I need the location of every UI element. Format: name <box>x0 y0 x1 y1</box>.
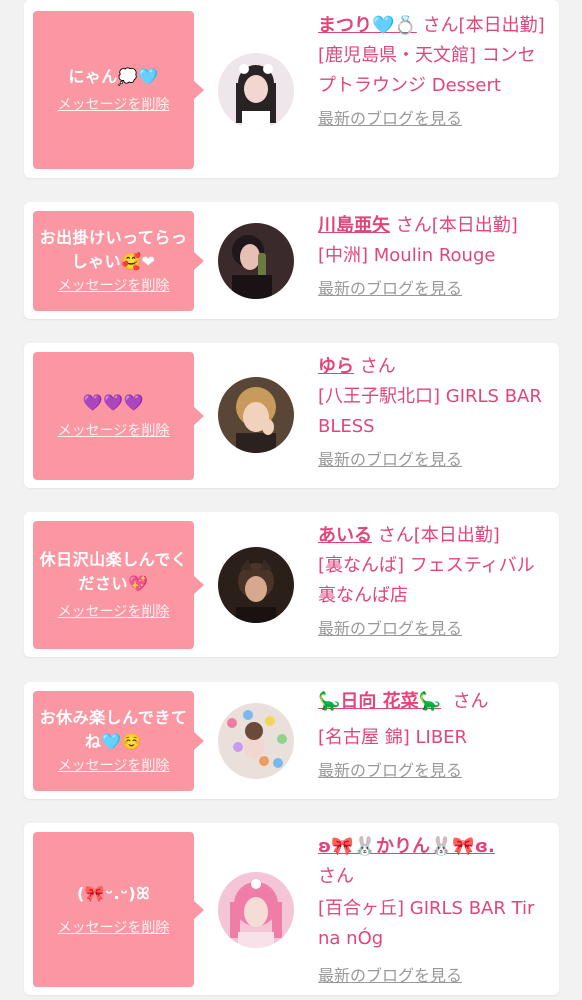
message-card: 休日沢山楽しんでください💖 メッセージを削除 あいる さん[本日出勤] [裏なん… <box>24 512 559 657</box>
girl-name-link[interactable]: ゆら <box>318 356 354 377</box>
shop-name: [鹿児島県・天文館] コンセプトラウンジ Dessert <box>318 45 536 96</box>
avatar-photo-icon <box>218 547 294 623</box>
avatar[interactable] <box>218 223 294 299</box>
message-text: お休み楽しんできてね🩵☺️ <box>39 708 188 751</box>
shop-name: [百合ヶ丘] GIRLS BAR Tir na nÓg <box>318 898 535 949</box>
latest-blog-link[interactable]: 最新のブログを見る <box>318 759 462 783</box>
message-bubble: お休み楽しんできてね🩵☺️ メッセージを削除 <box>33 691 204 791</box>
delete-message-link[interactable]: メッセージを削除 <box>58 421 170 441</box>
message-list: にゃん💭🩵 メッセージを削除 まつり🩵💍 さん[本日出勤] [鹿児島県・天文館]… <box>0 0 582 1000</box>
girl-name-link[interactable]: 🦕日向 花菜🦕 <box>318 691 441 712</box>
delete-message-link[interactable]: メッセージを削除 <box>58 276 170 296</box>
message-card: (🎀ᵕ.ᵕ)ꕤ メッセージを削除 ʚ🎀🐰かりん🐰🎀ɞ. さん [百合ヶ丘] GIR… <box>24 823 559 995</box>
latest-blog-link[interactable]: 最新のブログを見る <box>318 277 462 301</box>
name-line: ゆら さん <box>318 352 552 382</box>
honorific-status: さん <box>318 866 354 887</box>
message-bubble: にゃん💭🩵 メッセージを削除 <box>33 11 204 169</box>
honorific-status: さん[本日出勤] <box>417 15 545 36</box>
card-info: あいる さん[本日出勤] [裏なんば] フェスティバル 裏なんば店 最新のブログ… <box>318 521 552 641</box>
girl-name-link[interactable]: まつり🩵💍 <box>318 15 417 36</box>
message-bubble: お出掛けいってらっしゃい🥰❤ メッセージを削除 <box>33 211 204 311</box>
honorific-status: さん[本日出勤] <box>372 525 500 546</box>
shop-name: [名古屋 錦] LIBER <box>318 727 468 748</box>
latest-blog-link[interactable]: 最新のブログを見る <box>318 617 462 641</box>
girl-name-link[interactable]: あいる <box>318 525 372 546</box>
honorific-status-text: さん[本日出勤] <box>395 215 518 236</box>
delete-message-link[interactable]: メッセージを削除 <box>58 602 170 622</box>
avatar-photo-icon <box>218 223 294 299</box>
name-line: ʚ🎀🐰かりん🐰🎀ɞ. さん <box>318 832 552 892</box>
girl-name-link[interactable]: 川島亜矢 <box>318 215 390 236</box>
avatar-photo-icon <box>218 53 294 129</box>
message-card: お出掛けいってらっしゃい🥰❤ メッセージを削除 川島亜矢 さん[本日出勤] [中… <box>24 202 559 319</box>
honorific-status-text: さん <box>452 691 489 712</box>
latest-blog-link[interactable]: 最新のブログを見る <box>318 107 462 131</box>
avatar-photo-icon <box>218 872 294 948</box>
avatar[interactable] <box>218 377 294 453</box>
message-text: 休日沢山楽しんでください💖 <box>39 550 188 593</box>
delete-message-link[interactable]: メッセージを削除 <box>58 756 170 776</box>
honorific-status: さん[本日出勤] <box>390 215 518 236</box>
avatar[interactable] <box>218 53 294 129</box>
girl-name-link[interactable]: ʚ🎀🐰かりん🐰🎀ɞ. <box>318 836 495 857</box>
avatar[interactable] <box>218 547 294 623</box>
honorific-status: さん <box>441 691 489 712</box>
card-info: 川島亜矢 さん[本日出勤] [中洲] Moulin Rouge 最新のブログを見… <box>318 211 552 301</box>
avatar-photo-icon <box>218 377 294 453</box>
card-info: ʚ🎀🐰かりん🐰🎀ɞ. さん [百合ヶ丘] GIRLS BAR Tir na nÓg… <box>318 832 552 988</box>
honorific-status-text: さん[本日出勤] <box>377 525 500 546</box>
latest-blog-link[interactable]: 最新のブログを見る <box>318 964 462 988</box>
shop-name: [中洲] Moulin Rouge <box>318 245 496 266</box>
name-line: 川島亜矢 さん[本日出勤] <box>318 211 552 241</box>
shop-name: [八王子駅北口] GIRLS BAR BLESS <box>318 386 542 437</box>
shop-name: [裏なんば] フェスティバル 裏なんば店 <box>318 555 535 606</box>
message-text: 💜💜💜 <box>82 393 145 412</box>
card-info: ゆら さん [八王子駅北口] GIRLS BAR BLESS 最新のブログを見る <box>318 352 552 472</box>
delete-message-link[interactable]: メッセージを削除 <box>58 918 170 938</box>
message-bubble: 休日沢山楽しんでください💖 メッセージを削除 <box>33 521 204 649</box>
message-card: 💜💜💜 メッセージを削除 ゆら さん [八王子駅北口] GIRLS BAR BL… <box>24 343 559 488</box>
latest-blog-link[interactable]: 最新のブログを見る <box>318 448 462 472</box>
honorific-status-text: さん <box>359 356 396 377</box>
card-info: まつり🩵💍 さん[本日出勤] [鹿児島県・天文館] コンセプトラウンジ Dess… <box>318 11 552 131</box>
honorific-status: さん <box>354 356 396 377</box>
name-line: 🦕日向 花菜🦕 さん <box>318 687 552 717</box>
honorific-status-text: さん[本日出勤] <box>422 15 545 36</box>
avatar[interactable] <box>218 872 294 948</box>
message-card: お休み楽しんできてね🩵☺️ メッセージを削除 🦕日向 花菜🦕 さん [名古屋 錦… <box>24 682 559 799</box>
name-line: あいる さん[本日出勤] <box>318 521 552 551</box>
message-card: にゃん💭🩵 メッセージを削除 まつり🩵💍 さん[本日出勤] [鹿児島県・天文館]… <box>24 0 559 178</box>
message-text: にゃん💭🩵 <box>68 67 159 86</box>
message-text: (🎀ᵕ.ᵕ)ꕤ <box>76 883 151 903</box>
delete-message-link[interactable]: メッセージを削除 <box>58 95 170 115</box>
card-info: 🦕日向 花菜🦕 さん [名古屋 錦] LIBER 最新のブログを見る <box>318 687 552 783</box>
honorific-status-text: さん <box>318 866 354 887</box>
message-bubble: 💜💜💜 メッセージを削除 <box>33 352 204 480</box>
name-line: まつり🩵💍 さん[本日出勤] <box>318 11 552 41</box>
avatar[interactable] <box>218 703 294 779</box>
avatar-photo-icon <box>218 703 294 779</box>
message-text: お出掛けいってらっしゃい🥰❤ <box>39 228 188 271</box>
message-bubble: (🎀ᵕ.ᵕ)ꕤ メッセージを削除 <box>33 832 204 987</box>
